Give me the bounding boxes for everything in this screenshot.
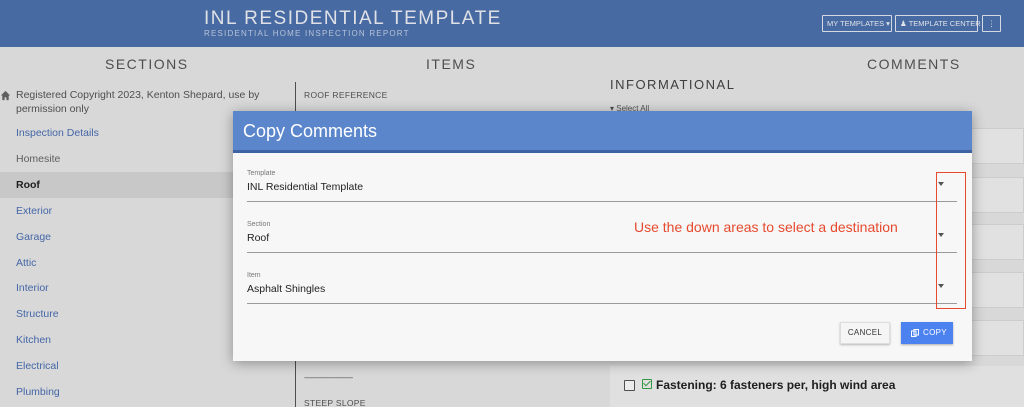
item-select[interactable]: Item Asphalt Shingles — [247, 272, 957, 304]
copy-comments-dialog: Copy Comments Template INL Residential T… — [233, 111, 972, 361]
section-select-label: Section — [247, 221, 271, 228]
dialog-header: Copy Comments — [233, 111, 972, 153]
template-select[interactable]: Template INL Residential Template — [247, 170, 957, 202]
annotation-text: Use the down areas to select a destinati… — [634, 219, 898, 235]
annotation-highlight-box — [936, 172, 966, 309]
copy-button-label: COPY — [923, 328, 947, 337]
section-select-value: Roof — [247, 232, 270, 244]
item-select-value: Asphalt Shingles — [247, 283, 326, 295]
template-select-label: Template — [247, 170, 276, 177]
cancel-button[interactable]: CANCEL — [840, 322, 890, 344]
template-select-value: INL Residential Template — [247, 181, 364, 193]
copy-button[interactable]: COPY — [901, 322, 953, 344]
item-select-label: Item — [247, 272, 261, 279]
copy-icon — [911, 329, 919, 337]
dialog-title: Copy Comments — [243, 121, 378, 141]
